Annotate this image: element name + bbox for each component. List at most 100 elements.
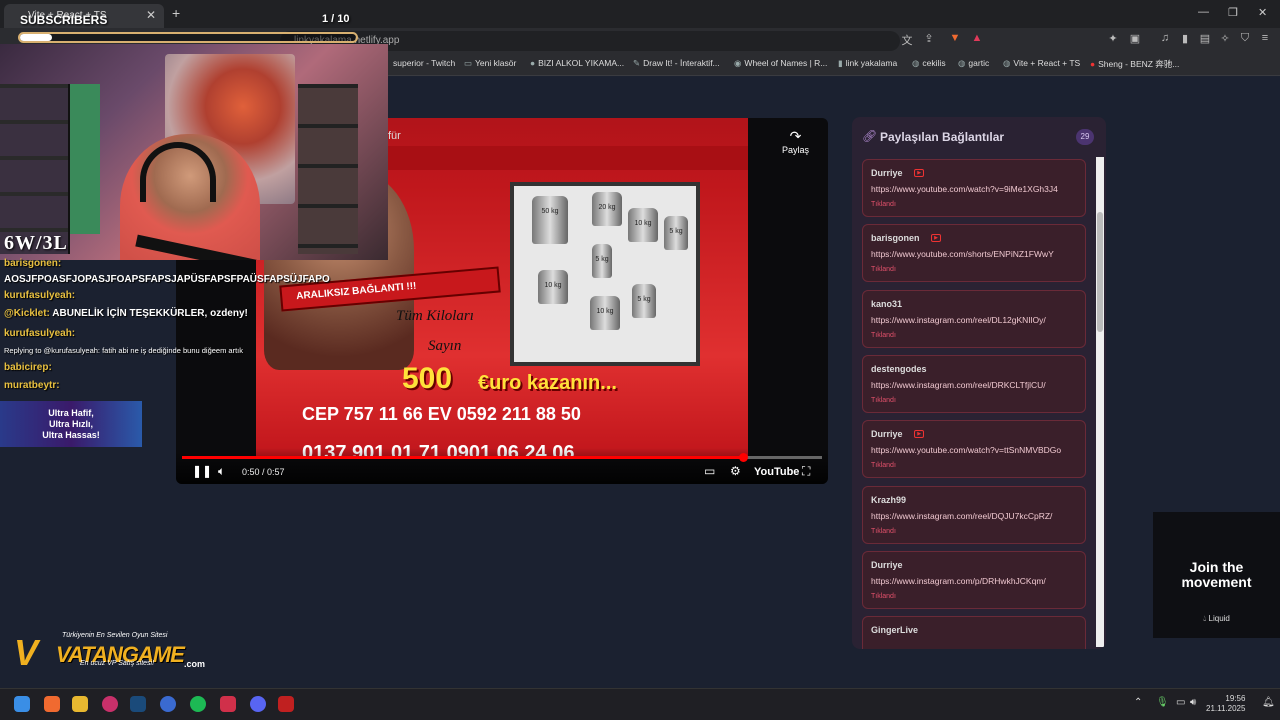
link-card-url[interactable]: https://www.instagram.com/reel/DQJU7kcCp…: [871, 511, 1081, 521]
chat-line: @Kicklet: ABUNELİK İÇİN TEŞEKKÜRLER, ozd…: [4, 308, 248, 319]
folder-icon: ▭: [464, 58, 473, 68]
start-windows-icon[interactable]: [14, 696, 30, 712]
bookmark-item[interactable]: superior - Twitch: [393, 58, 455, 68]
chat-line: barisgonen:: [4, 258, 61, 269]
volume-icon[interactable]: 🔈︎: [218, 464, 225, 479]
link-card[interactable]: Durriye ▶ https://www.youtube.com/watch?v=…: [862, 159, 1086, 217]
video-title[interactable]: für: [388, 130, 401, 142]
link-card-status: Tıklandı: [871, 592, 896, 600]
link-card-url[interactable]: https://www.youtube.com/shorts/ENPiNZ1FW…: [871, 249, 1081, 259]
bookmark-item[interactable]: ◍ Vite + React + TS: [1003, 58, 1080, 69]
network-icon[interactable]: ▭: [1176, 697, 1185, 708]
volume-tray-icon[interactable]: 🔊︎: [1190, 697, 1196, 708]
shelf: [298, 84, 358, 254]
link-card-status: Tıklandı: [871, 527, 896, 535]
chat-line: kurufasulyeah:: [4, 290, 75, 301]
link-card[interactable]: destengodes https://www.instagram.com/ree…: [862, 354, 1086, 413]
link-card-url[interactable]: https://www.instagram.com/p/DRHwkhJCKqm/: [871, 576, 1081, 586]
weight: 50 kg: [532, 196, 568, 244]
ad-brand: 💧︎ Liquid: [1203, 614, 1230, 623]
obs-app-icon[interactable]: [278, 696, 294, 712]
link-card-url[interactable]: https://www.instagram.com/reel/DRKCLTfjl…: [871, 380, 1081, 390]
chat-overlay: barisgonen: AOSJFPOASFJOPASJFOAPSFAPSJAP…: [0, 258, 350, 391]
scrollbar-thumb[interactable]: [1097, 212, 1103, 332]
link-card[interactable]: Durriye https://www.instagram.com/p/DRHwk…: [862, 550, 1086, 609]
bookmark-folder[interactable]: ▭ Yeni klasör: [464, 58, 516, 69]
link-card[interactable]: barisgonen ▶ https://www.youtube.com/short…: [862, 224, 1086, 283]
link-card[interactable]: GingerLive: [862, 616, 1086, 649]
app-icon[interactable]: [160, 696, 176, 712]
minimize-icon[interactable]: —: [1198, 6, 1209, 18]
link-card-user: Durriye: [871, 168, 903, 178]
link-card-url[interactable]: https://www.youtube.com/watch?v=9iMe1XGh…: [871, 184, 1081, 194]
weight: 10 kg: [628, 208, 658, 242]
vpn-icon[interactable]: ⛉: [1238, 32, 1252, 46]
fullscreen-icon[interactable]: ⛶: [802, 464, 810, 479]
chat-username: muratbeytr:: [4, 380, 60, 391]
brave-rewards-icon[interactable]: ▲: [970, 32, 984, 46]
notification-bell-icon[interactable]: 🔔︎: [1262, 697, 1275, 708]
pause-icon[interactable]: ❚❚: [192, 464, 212, 478]
link-card[interactable]: kano31 https://www.instagram.com/reel/DL1…: [862, 289, 1086, 348]
weight: 5 kg: [632, 284, 656, 318]
youtube-icon: ▶: [914, 169, 925, 177]
file-explorer-icon[interactable]: [72, 696, 88, 712]
subscribers-count: 1 / 10: [322, 13, 350, 25]
bookmark-favicon-icon: ✎: [633, 58, 641, 68]
sponsor-v-mark: V: [14, 632, 39, 673]
captions-icon[interactable]: ▭: [704, 464, 715, 478]
close-window-icon[interactable]: ✕: [1258, 6, 1267, 19]
new-tab-button[interactable]: +: [172, 5, 180, 21]
sidebar-icon[interactable]: ▮: [1178, 32, 1192, 46]
bookmark-item[interactable]: ▮ link yakalama: [838, 58, 897, 69]
link-card-url[interactable]: https://www.youtube.com/watch?v=ttSnNMVB…: [871, 445, 1081, 455]
link-count-badge: 29: [1076, 129, 1094, 145]
menu-icon[interactable]: ≡: [1258, 32, 1272, 46]
wallet-icon[interactable]: ▤: [1198, 32, 1212, 46]
link-card-user: GingerLive: [871, 625, 919, 636]
spotify-icon[interactable]: [190, 696, 206, 712]
link-card-user: destengodes: [871, 363, 927, 374]
subscribers-label: SUBSCRIBERS: [20, 13, 108, 27]
maximize-icon[interactable]: ❐: [1228, 6, 1238, 19]
translate-icon[interactable]: 文: [900, 32, 914, 47]
bookmark-favicon-icon: ●: [1090, 59, 1096, 69]
steam-icon[interactable]: [130, 696, 146, 712]
brave-shield-icon[interactable]: ▼: [948, 32, 962, 46]
sponsor-subtagline: En ucuz VP Satış sitesi!: [80, 660, 155, 667]
link-card[interactable]: Krazh99 https://www.instagram.com/reel/DQ…: [862, 485, 1086, 544]
webcam-overlay: [0, 44, 388, 260]
extensions-icon[interactable]: ✦: [1106, 32, 1120, 46]
brave-browser-icon[interactable]: [44, 696, 60, 712]
bookmark-item[interactable]: ◍ cekilis: [912, 58, 946, 69]
weight: 20 kg: [592, 192, 622, 226]
chat-message: AOSJFPOASFJOPASJFOAPSFAPSJAPÜSFAPSFPAÜSF…: [4, 274, 330, 285]
share-icon[interactable]: ⇪: [922, 32, 936, 46]
system-clock[interactable]: 19:56 21.11.2025: [1206, 694, 1245, 714]
chat-username: kurufasulyeah:: [4, 328, 76, 339]
bookmark-item[interactable]: ◉ Wheel of Names | R...: [734, 58, 827, 69]
link-card-url[interactable]: https://www.instagram.com/reel/DL12gKNIl…: [871, 315, 1081, 325]
link-card[interactable]: Durriye ▶ https://www.youtube.com/watch?v=…: [862, 420, 1086, 479]
youtube-logo[interactable]: YouTube: [754, 466, 799, 478]
screenshot-icon[interactable]: ▣: [1128, 32, 1142, 46]
bookmark-item[interactable]: ◍ gartic: [958, 58, 989, 69]
bookmark-item[interactable]: ✎ Draw It! - İnteraktif...: [633, 58, 720, 69]
subscriber-goal-fill: [20, 34, 52, 41]
maps-pin-icon[interactable]: [102, 696, 118, 712]
sponsor-tagline: Türkiyenin En Sevilen Oyun Sitesi: [62, 632, 168, 639]
tray-chevron-icon[interactable]: ⌃: [1134, 697, 1142, 708]
settings-gear-icon[interactable]: ⚙: [730, 464, 741, 478]
tab-close-icon[interactable]: ✕: [146, 8, 156, 22]
ad-banner[interactable]: Join the movement 💧︎ Liquid: [1153, 512, 1280, 638]
discord-icon[interactable]: [250, 696, 266, 712]
bookmark-item[interactable]: ● BIZI ALKOL YIKAMA...: [530, 58, 624, 68]
chat-message: Replying to @kurufasulyeah: fatih abi ne…: [4, 346, 244, 355]
globe-icon: ◍: [912, 58, 920, 68]
music-icon[interactable]: ♫: [1158, 32, 1172, 46]
app-icon[interactable]: [220, 696, 236, 712]
bookmark-item[interactable]: ● Sheng - BENZ 奔驰...: [1090, 58, 1179, 70]
leo-ai-icon[interactable]: ✧: [1218, 32, 1232, 46]
share-button[interactable]: ↷ Paylaş: [782, 128, 809, 155]
microphone-tray-icon[interactable]: 🎙︎: [1156, 697, 1169, 708]
